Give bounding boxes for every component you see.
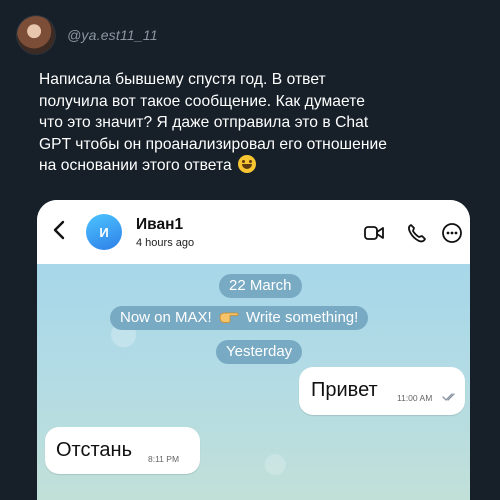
incoming-message-bubble[interactable]: Отстань 8:11 PM [45, 427, 200, 474]
back-icon[interactable] [49, 218, 71, 242]
pointing-hand-icon [219, 312, 239, 323]
date-separator: 22 March [219, 274, 302, 298]
phone-call-icon[interactable] [406, 222, 428, 244]
chat-area[interactable]: 22 March Now on MAX! Write something! Ye… [37, 264, 470, 500]
post-text: Написала бывшему спустя год. В ответ пол… [39, 69, 494, 177]
double-check-icon [442, 393, 455, 401]
message-time: 8:11 PM [148, 454, 180, 464]
user-avatar[interactable] [17, 16, 55, 54]
service-notice-text: Now on MAX! [120, 309, 212, 326]
smiling-face-emoji-icon [238, 155, 257, 173]
message-text: Привет [311, 379, 378, 401]
post-text-line: что это значит? Я даже отправила это в C… [39, 114, 369, 131]
contact-avatar[interactable]: И [86, 214, 122, 250]
contact-name[interactable]: Иван1 [136, 216, 183, 234]
video-call-icon[interactable] [363, 222, 385, 244]
post-header: @ya.est11_11 [17, 16, 158, 54]
more-icon[interactable] [441, 222, 463, 244]
last-seen-status: 4 hours ago [136, 237, 195, 249]
message-time: 11:00 AM [397, 393, 433, 403]
message-text: Отстань [56, 439, 133, 461]
username[interactable]: @ya.est11_11 [67, 27, 158, 43]
service-notice: Now on MAX! Write something! [110, 306, 369, 330]
service-notice-text: Write something! [246, 309, 359, 326]
post-text-line: GPT чтобы он проанализировал его отношен… [39, 135, 387, 153]
post-text-line: на основании этого ответа [39, 155, 494, 177]
chat-header: И Иван1 4 hours ago [37, 200, 470, 264]
date-separator: Yesterday [216, 340, 303, 364]
post-text-line: Написала бывшему спустя год. В ответ [39, 71, 326, 88]
outgoing-message-bubble[interactable]: Привет 11:00 AM [299, 367, 465, 415]
post-text-line-content: на основании этого ответа [39, 157, 232, 174]
chat-screenshot: И Иван1 4 hours ago 22 March Now on MAX!… [37, 200, 470, 500]
post-text-line: получила вот такое сообщение. Как думает… [39, 92, 365, 110]
